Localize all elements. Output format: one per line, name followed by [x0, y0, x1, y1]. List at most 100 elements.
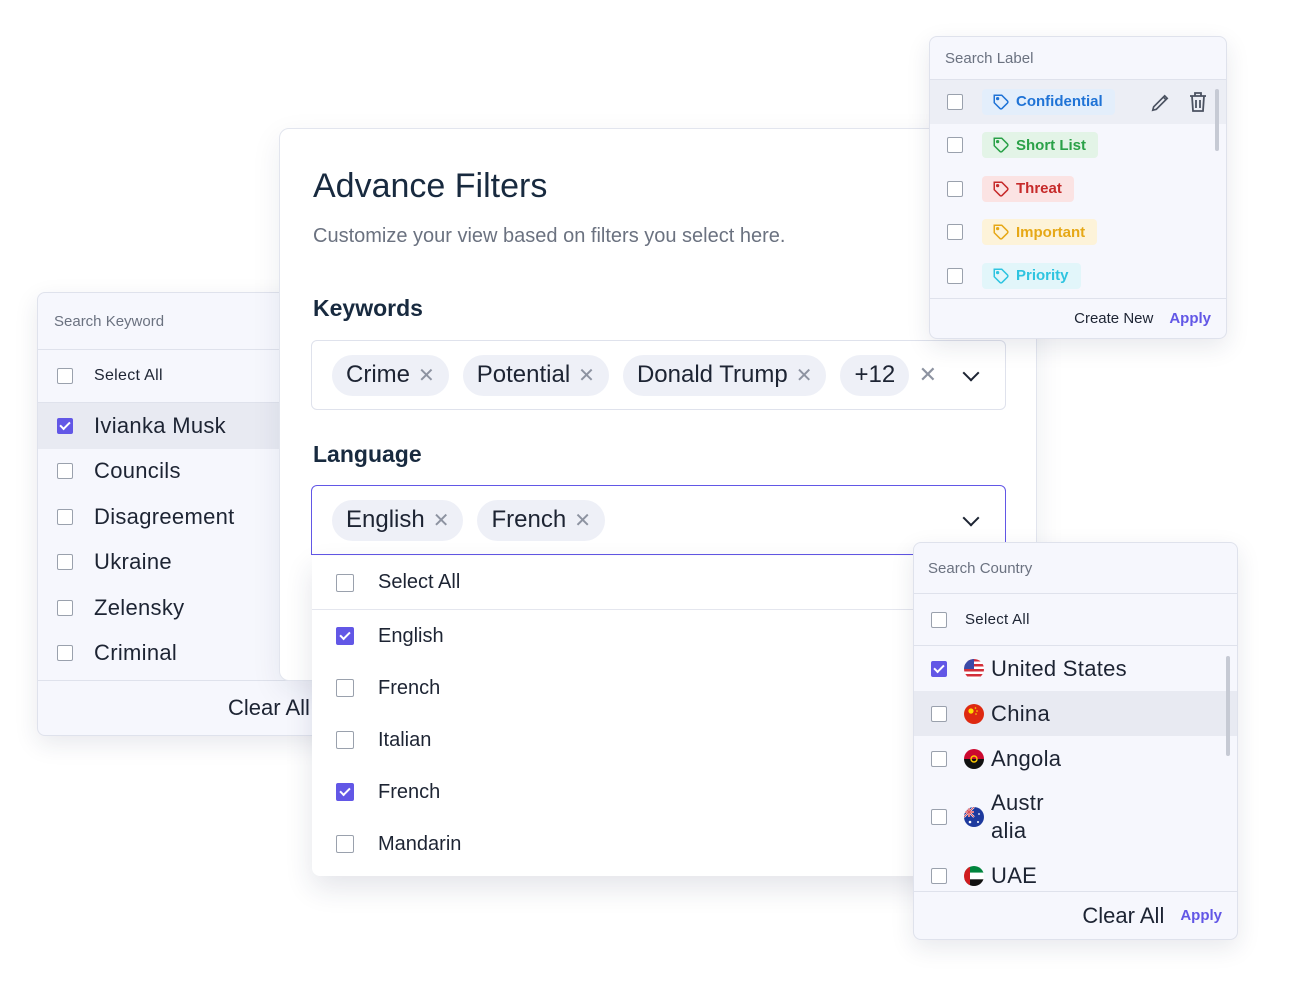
remove-chip-icon[interactable]: ✕	[578, 363, 595, 388]
chevron-down-icon[interactable]	[962, 509, 980, 527]
checkbox[interactable]	[947, 137, 963, 154]
keywords-multiselect[interactable]: Crime ✕ Potential ✕ Donald Trump ✕ +12 ✕	[311, 340, 1006, 410]
scrollbar[interactable]	[1226, 656, 1230, 756]
edit-icon[interactable]	[1150, 91, 1172, 113]
label-panel-footer: Create New Apply	[930, 298, 1226, 338]
label-tag: Confidential	[982, 88, 1115, 115]
tag-icon	[993, 94, 1009, 110]
clear-all-button[interactable]: Clear All	[228, 695, 310, 721]
remove-chip-icon[interactable]: ✕	[574, 508, 591, 533]
language-option-label: French	[378, 780, 441, 803]
checkbox[interactable]	[931, 705, 947, 722]
label-text: Confidential	[1016, 93, 1103, 111]
label-item[interactable]: Priority	[930, 254, 1226, 298]
country-filter-panel: Search Country Select All United States …	[913, 542, 1238, 940]
keyword-item-label: Ukraine	[94, 549, 172, 575]
country-item[interactable]: Angola	[914, 736, 1237, 781]
keyword-chip: Potential ✕	[462, 354, 609, 396]
label-tag: Priority	[982, 262, 1081, 289]
keyword-chip: Crime ✕	[332, 354, 449, 396]
label-tag: Threat	[982, 175, 1074, 202]
language-option[interactable]: French	[312, 766, 952, 818]
label-item[interactable]: Short List	[930, 124, 1226, 168]
keyword-item-label: Councils	[94, 458, 181, 484]
checkbox[interactable]	[57, 417, 73, 434]
select-all-label: Select All	[94, 367, 163, 384]
checkbox[interactable]	[57, 508, 73, 525]
checkbox[interactable]	[57, 463, 73, 480]
checkbox[interactable]	[336, 573, 354, 592]
country-item[interactable]: United States	[914, 646, 1237, 691]
country-label: China	[991, 700, 1050, 726]
language-option[interactable]: Italian	[312, 714, 952, 766]
chip-label: French	[491, 506, 567, 533]
keyword-panel-footer: Clear All	[38, 680, 336, 735]
remove-chip-icon[interactable]: ✕	[796, 363, 813, 388]
keyword-item-label: Zelensky	[94, 594, 185, 620]
country-select-all[interactable]: Select All	[914, 594, 1237, 646]
label-filter-panel: Search Label Confidential Short List Thr…	[929, 36, 1227, 339]
checkbox[interactable]	[931, 611, 947, 628]
tag-icon	[993, 224, 1009, 240]
checkbox[interactable]	[57, 645, 73, 662]
checkbox[interactable]	[947, 180, 963, 197]
clear-all-button[interactable]: Clear All	[1082, 903, 1164, 929]
language-options-list: Select All English French Italian French…	[312, 556, 952, 876]
label-item[interactable]: Threat	[930, 167, 1226, 211]
checkbox[interactable]	[947, 224, 963, 241]
language-option[interactable]: Mandarin	[312, 818, 952, 870]
checkbox[interactable]	[336, 679, 354, 697]
chip-label: English	[346, 506, 425, 533]
label-search-input[interactable]: Search Label	[930, 37, 1226, 80]
country-item[interactable]: China	[914, 691, 1237, 736]
country-item[interactable]: Austr alia	[914, 781, 1237, 853]
create-new-button[interactable]: Create New	[1074, 310, 1153, 327]
language-multiselect[interactable]: English ✕ French ✕	[311, 485, 1006, 555]
checkbox[interactable]	[57, 554, 73, 571]
keyword-item-label: Criminal	[94, 640, 178, 666]
checkbox[interactable]	[57, 599, 73, 616]
checkbox[interactable]	[336, 835, 354, 853]
clear-selection-icon[interactable]: ✕	[919, 362, 937, 388]
checkbox[interactable]	[57, 368, 73, 384]
remove-chip-icon[interactable]: ✕	[418, 363, 435, 388]
select-all-label: Select All	[965, 610, 1030, 628]
language-option[interactable]: French	[312, 662, 952, 714]
language-option[interactable]: English	[312, 610, 952, 662]
language-option-label: Italian	[378, 728, 432, 751]
label-item[interactable]: Confidential	[930, 80, 1226, 124]
country-search-input[interactable]: Search Country	[914, 543, 1237, 594]
keyword-chip: Donald Trump ✕	[622, 354, 827, 396]
language-select-all[interactable]: Select All	[312, 556, 952, 610]
apply-button[interactable]: Apply	[1180, 907, 1222, 924]
checkbox[interactable]	[931, 809, 947, 825]
label-text: Priority	[1016, 267, 1069, 285]
checkbox[interactable]	[931, 867, 947, 884]
select-all-label: Select All	[378, 571, 461, 593]
checkbox[interactable]	[336, 783, 354, 801]
label-text: Threat	[1016, 180, 1062, 198]
language-section-label: Language	[313, 441, 422, 467]
apply-button[interactable]: Apply	[1169, 310, 1211, 327]
language-option-label: French	[378, 676, 441, 699]
label-item[interactable]: Important	[930, 211, 1226, 255]
label-text: Important	[1016, 223, 1086, 241]
keyword-item-label: Disagreement	[94, 503, 235, 529]
more-keywords-chip[interactable]: +12	[840, 354, 910, 396]
checkbox[interactable]	[947, 267, 963, 284]
checkbox[interactable]	[336, 627, 354, 645]
language-option-label: Mandarin	[378, 832, 462, 855]
checkbox[interactable]	[931, 660, 947, 677]
trash-icon[interactable]	[1188, 91, 1208, 113]
scrollbar[interactable]	[1215, 89, 1219, 151]
checkbox[interactable]	[931, 750, 947, 767]
checkbox[interactable]	[336, 731, 354, 749]
country-label: Austr alia	[991, 790, 1044, 843]
chevron-down-icon[interactable]	[962, 364, 980, 382]
tag-icon	[993, 137, 1009, 153]
label-text: Short List	[1016, 136, 1086, 154]
angola-flag-icon	[964, 748, 984, 769]
keywords-section-label: Keywords	[313, 295, 423, 321]
checkbox[interactable]	[947, 93, 963, 110]
remove-chip-icon[interactable]: ✕	[433, 508, 450, 533]
